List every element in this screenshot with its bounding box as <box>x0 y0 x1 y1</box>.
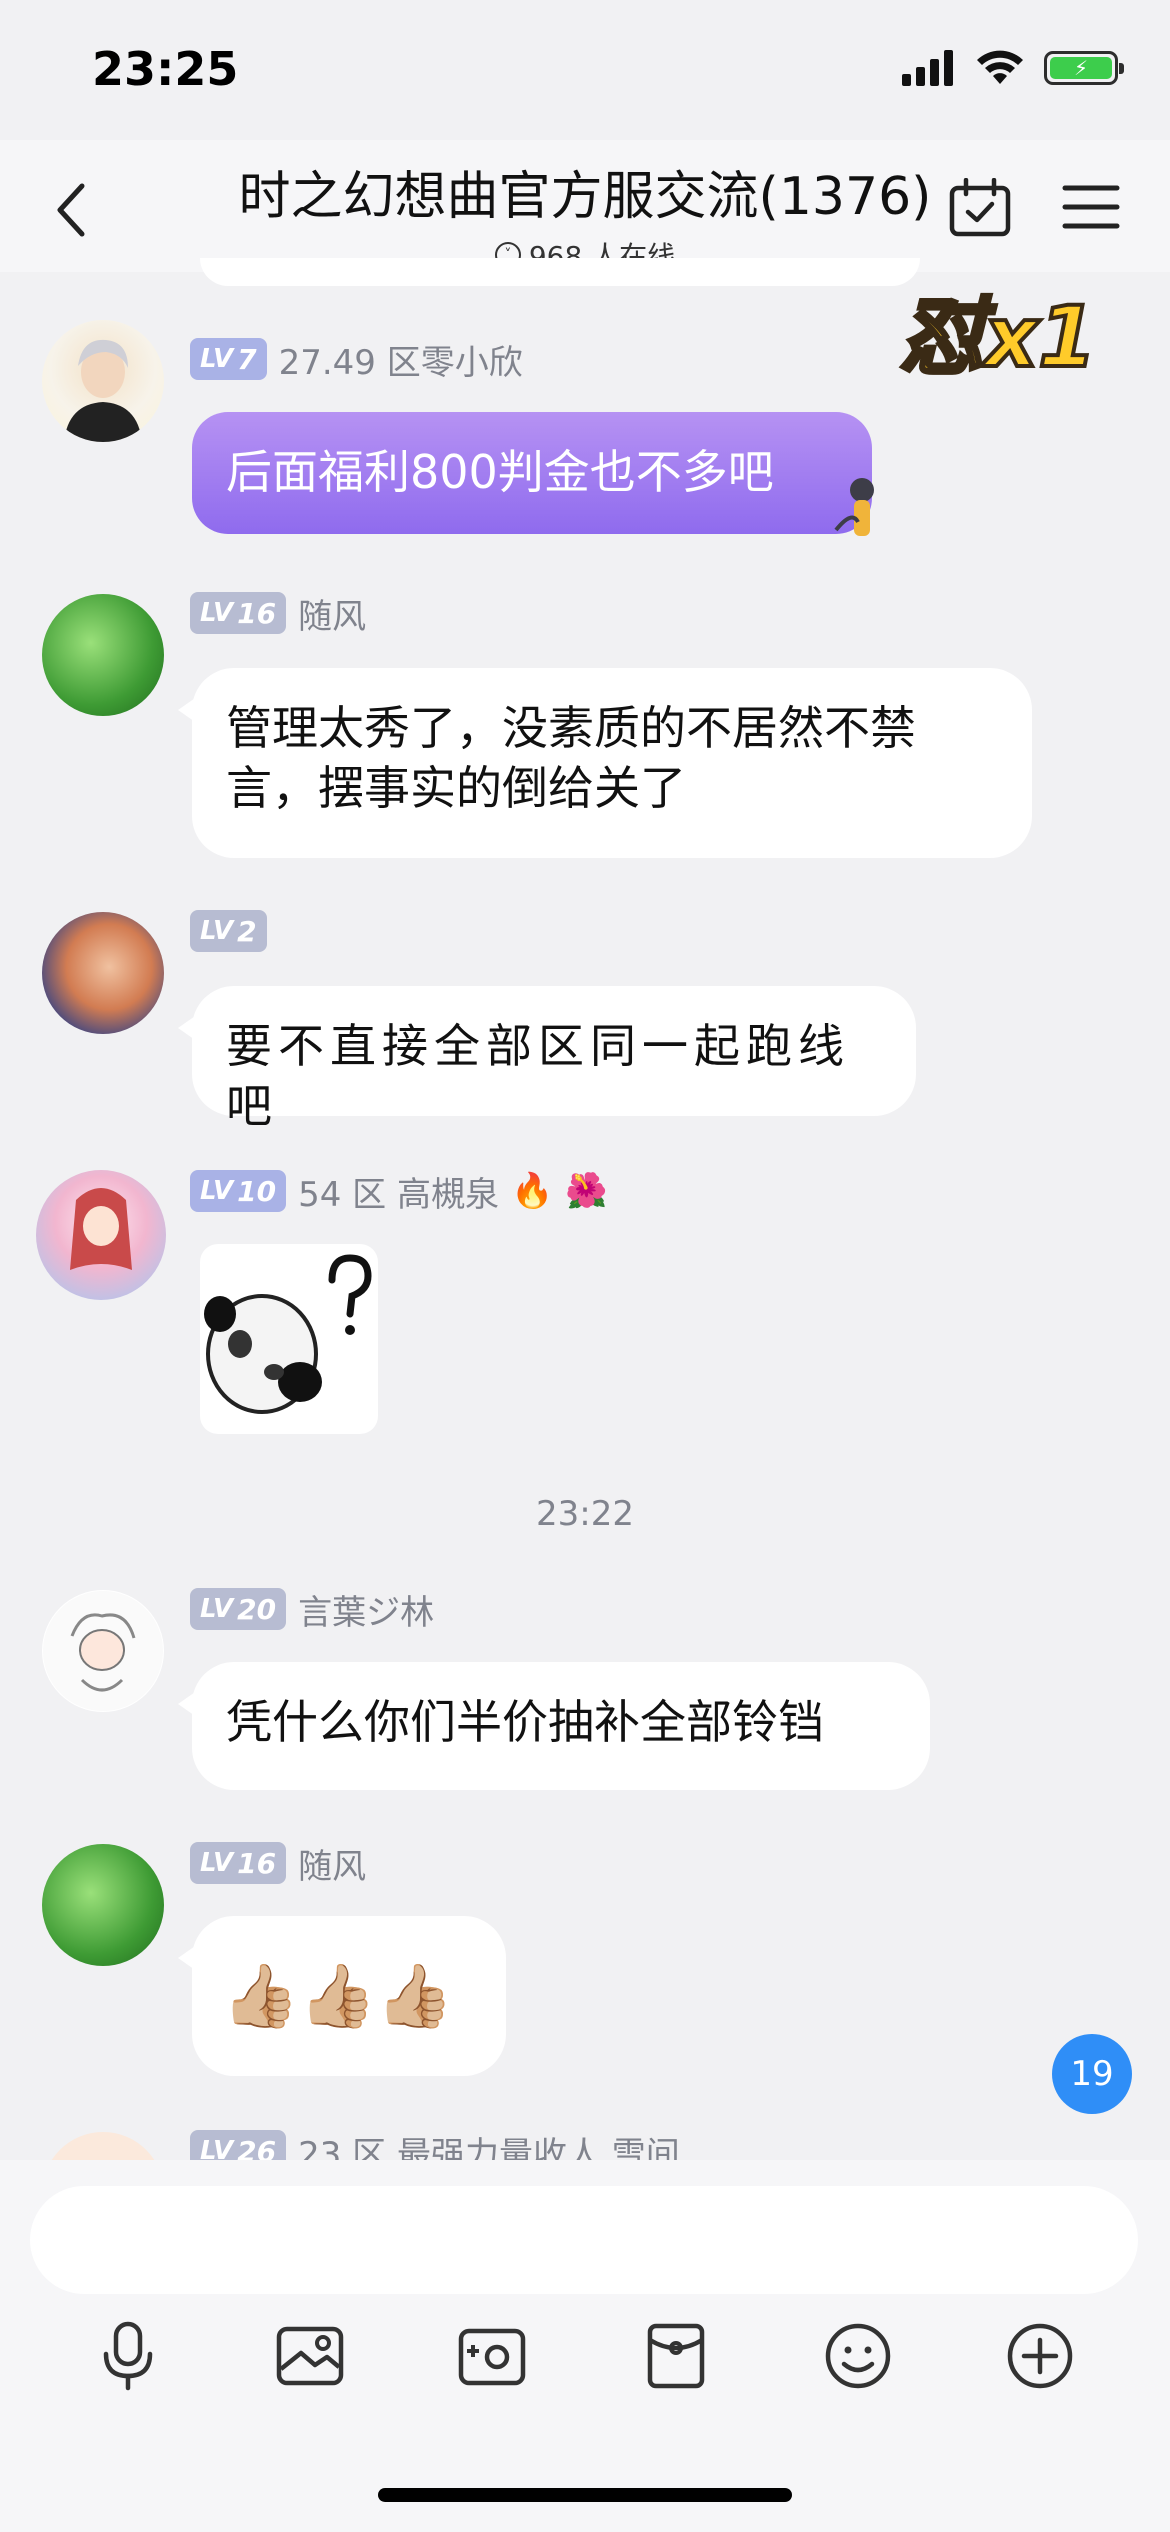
chat-header: 时之幻想曲官方服交流(1376) ˅ 968 人在线 <box>0 140 1170 275</box>
smiley-flower-icon: 🌺 <box>565 1171 608 1211</box>
combo-badge: 怼x1 <box>898 286 1099 388</box>
message-bubble[interactable]: 管理太秀了，没素质的不居然不禁 言，摆事实的倒给关了 <box>178 668 1032 858</box>
message-text: 凭什么你们半价抽补全部铃铛 <box>226 1695 824 1749</box>
level-badge: LV 16 <box>190 592 287 634</box>
charging-battery-icon: ⚡ <box>1044 51 1124 85</box>
message-item: LV 26 23 区 最强力量收人 雪间 <box>0 2124 1170 2160</box>
level-badge: LV 10 <box>190 1170 287 1212</box>
message-text: 👍🏼👍🏼👍🏼 <box>222 1959 454 2032</box>
sender-name[interactable]: 54 区 高槻泉 <box>298 1167 499 1216</box>
avatar-image <box>70 1188 132 1270</box>
message-text: 后面福利800判金也不多吧 <box>226 445 774 499</box>
avatar-image <box>64 339 142 442</box>
message-bubble[interactable]: 后面福利800判金也不多吧 <box>192 412 872 534</box>
message-meta: LV 20 言葉ジ林 <box>190 1588 434 1633</box>
calendar-check-icon[interactable] <box>948 178 1012 238</box>
message-text-line: 管理太秀了，没素质的不居然不禁 <box>226 701 916 755</box>
message-meta: LV 7 27.49 区零小欣 <box>190 338 523 383</box>
bubble-decoration-icon <box>834 478 874 536</box>
input-toolbar <box>0 2320 1170 2420</box>
red-packet-icon <box>647 2323 705 2389</box>
message-bubble[interactable]: 要不直接全部区同一起跑线吧 <box>178 986 916 1133</box>
microphone-icon <box>103 2321 153 2391</box>
avatar[interactable] <box>42 912 164 1034</box>
sender-name[interactable]: 23 区 最强力量收人 雪间 <box>298 2127 680 2161</box>
group-title-area[interactable]: 时之幻想曲官方服交流(1376) ˅ 968 人在线 <box>180 154 990 275</box>
avatar[interactable] <box>42 1590 164 1712</box>
back-icon[interactable] <box>50 180 94 240</box>
level-badge: LV 20 <box>190 1588 287 1630</box>
camera-icon <box>458 2328 526 2386</box>
message-meta: LV 16 随风 <box>190 1842 366 1887</box>
avatar[interactable] <box>42 2132 164 2160</box>
image-button[interactable] <box>274 2320 346 2392</box>
status-time: 23:25 <box>92 42 239 96</box>
panda-question-sticker <box>204 1254 372 1414</box>
level-badge: LV 16 <box>190 1842 287 1884</box>
level-badge: LV 2 <box>190 910 267 952</box>
level-badge: LV 26 <box>190 2130 287 2160</box>
avatar[interactable] <box>42 320 164 442</box>
sender-name[interactable]: 随风 <box>298 1839 366 1888</box>
avatar[interactable] <box>42 1844 164 1966</box>
input-area <box>0 2160 1170 2532</box>
message-meta: LV 16 随风 <box>190 592 366 637</box>
status-bar: 23:25 ⚡ <box>0 0 1170 140</box>
sticker-image[interactable] <box>200 1244 378 1434</box>
more-button[interactable] <box>1004 2320 1076 2392</box>
plus-circle-icon <box>1007 2323 1073 2389</box>
avatar[interactable] <box>36 1170 166 1300</box>
camera-button[interactable] <box>456 2320 528 2392</box>
menu-icon[interactable] <box>1062 184 1120 230</box>
voice-button[interactable] <box>92 2320 164 2392</box>
message-meta: LV 10 54 区 高槻泉 🔥 🌺 <box>190 1170 608 1215</box>
unread-count-badge[interactable]: 19 <box>1052 2034 1132 2114</box>
message-input[interactable] <box>30 2186 1138 2294</box>
emoji-button[interactable] <box>822 2320 894 2392</box>
avatar-image <box>43 1591 163 1711</box>
home-indicator[interactable] <box>378 2488 792 2502</box>
message-text-line: 言，摆事实的倒给关了 <box>226 761 686 815</box>
signal-icon <box>902 50 953 86</box>
wifi-icon <box>977 50 1023 84</box>
image-icon <box>276 2326 344 2386</box>
avatar[interactable] <box>42 594 164 716</box>
sender-name[interactable]: 言葉ジ林 <box>298 1585 434 1634</box>
message-bubble[interactable]: 👍🏼👍🏼👍🏼 <box>178 1916 506 2076</box>
message-timestamp: 23:22 <box>536 1494 634 1534</box>
fire-icon: 🔥 <box>510 1171 554 1211</box>
red-packet-button[interactable] <box>640 2320 712 2392</box>
sender-name[interactable]: 27.49 区零小欣 <box>279 335 523 384</box>
previous-message-bubble <box>200 258 920 286</box>
level-badge: LV 7 <box>190 338 267 380</box>
message-text: 要不直接全部区同一起跑线吧 <box>226 1019 850 1133</box>
status-icons: ⚡ <box>902 50 1124 86</box>
message-meta: LV 2 <box>190 910 279 952</box>
message-bubble[interactable]: 凭什么你们半价抽补全部铃铛 <box>178 1662 930 1790</box>
message-meta: LV 26 23 区 最强力量收人 雪间 <box>190 2130 680 2160</box>
sender-name[interactable]: 随风 <box>298 589 366 638</box>
group-title: 时之幻想曲官方服交流(1376) <box>238 167 932 227</box>
smiley-icon <box>825 2323 891 2389</box>
unread-count: 19 <box>1070 2054 1114 2094</box>
